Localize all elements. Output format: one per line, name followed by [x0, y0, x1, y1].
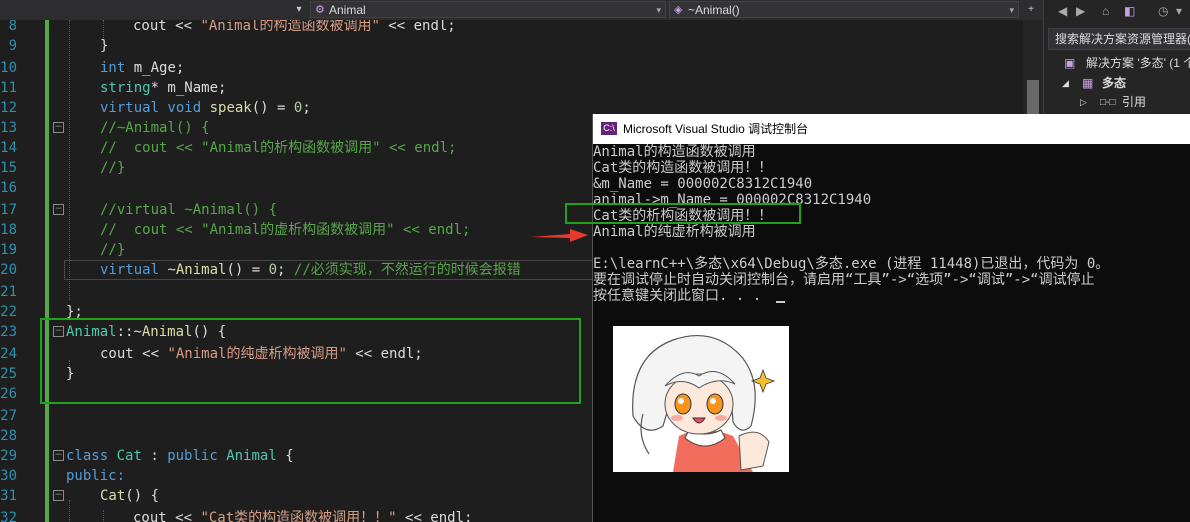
code-text: cout << "Cat类的构造函数被调用！！" << endl;	[133, 510, 473, 522]
annotation-arrow-icon	[530, 228, 588, 244]
code-text: string* m_Name;	[100, 80, 227, 96]
console-line: Cat类的构造函数被调用！！	[593, 160, 773, 176]
line-number: 13	[0, 120, 17, 136]
home-icon[interactable]: ⌂	[1102, 4, 1109, 20]
console-line: E:\learnC++\多态\x64\Debug\多态.exe (进程 1144…	[593, 256, 1110, 272]
chevron-down-icon: ▾	[656, 5, 661, 15]
line-number: 23	[0, 324, 17, 340]
navigation-bar: ▾ ⚙ Animal ▾ ◈ ~Animal() ▾ +	[0, 0, 1043, 21]
console-line: Animal的纯虚析构被调用	[593, 224, 756, 240]
console-title-bar[interactable]: C:\ Microsoft Visual Studio 调试控制台	[593, 114, 1190, 144]
code-text: cout << "Animal的构造函数被调用" << endl;	[133, 20, 456, 34]
forward-icon[interactable]: ▶	[1076, 4, 1085, 20]
text-cursor	[776, 301, 785, 303]
line-number: 15	[0, 160, 17, 176]
code-text: //virtual ~Animal() {	[100, 202, 278, 218]
code-text: Cat() {	[100, 488, 160, 504]
line-number: 31	[0, 488, 17, 504]
annotation-highlight-box	[40, 318, 581, 404]
line-number: 24	[0, 346, 17, 362]
line-number: 9	[8, 38, 17, 54]
code-text: // cout << "Animal的析构函数被调用" << endl;	[100, 140, 457, 156]
chevron-down-icon[interactable]: ▾	[1176, 4, 1182, 20]
console-output[interactable]: Animal的构造函数被调用 Cat类的构造函数被调用！！ &m_Name = …	[593, 144, 1190, 522]
chevron-down-icon: ▾	[1009, 5, 1014, 15]
history-icon[interactable]: ◷	[1158, 4, 1168, 20]
line-number: 25	[0, 366, 17, 382]
console-line: 按任意键关闭此窗口. . .	[593, 288, 762, 304]
line-number: 12	[0, 100, 17, 116]
line-number: 19	[0, 242, 17, 258]
console-title: Microsoft Visual Studio 调试控制台	[623, 122, 809, 136]
line-number: 21	[0, 284, 17, 300]
line-number: 8	[8, 20, 17, 34]
line-number: 10	[0, 60, 17, 76]
line-number: 32	[0, 510, 17, 522]
code-text: // cout << "Animal的虚析构函数被调用" << endl;	[100, 222, 471, 238]
line-number: 26	[0, 386, 17, 402]
project-icon: ▦	[1082, 76, 1094, 90]
console-line: Animal的构造函数被调用	[593, 144, 756, 160]
tree-item-references[interactable]: ▷ □-□ 引用	[1044, 93, 1190, 112]
code-text: //}	[100, 160, 126, 176]
console-highlight-box	[565, 203, 801, 224]
back-icon[interactable]: ◀	[1058, 4, 1067, 20]
dropdown-arrow-icon[interactable]: ▾	[292, 1, 306, 18]
line-number: 20	[0, 262, 17, 278]
line-number: 11	[0, 80, 17, 96]
tree-item-project[interactable]: ◢ ▦ 多态	[1044, 74, 1190, 93]
collapse-icon[interactable]: −	[53, 204, 64, 215]
class-dropdown[interactable]: ⚙ Animal ▾	[310, 1, 666, 18]
line-number: 27	[0, 408, 17, 424]
code-text: //~Animal() {	[100, 120, 210, 136]
class-icon: ⚙	[315, 4, 325, 16]
collapse-icon[interactable]: −	[53, 450, 64, 461]
line-number: 18	[0, 222, 17, 238]
collapse-arrow-icon[interactable]: ▷	[1080, 93, 1087, 112]
switch-views-icon[interactable]: ◧	[1124, 4, 1135, 20]
code-line: 9 }	[0, 36, 1043, 56]
anime-sticker-image	[613, 326, 789, 472]
debug-console-window: C:\ Microsoft Visual Studio 调试控制台 Animal…	[592, 114, 1190, 522]
line-number: 14	[0, 140, 17, 156]
code-line: 8 cout << "Animal的构造函数被调用" << endl;	[0, 20, 1043, 36]
code-text: virtual ~Animal() = 0; //必须实现，不然运行的时候会报错	[100, 262, 521, 278]
console-app-icon: C:\	[601, 122, 617, 135]
console-line: &m_Name = 000002C8312C1940	[593, 176, 813, 192]
tree-item-solution[interactable]: ▣ 解决方案 '多态' (1 个	[1044, 54, 1190, 73]
code-text: //}	[100, 242, 126, 258]
expand-arrow-icon[interactable]: ◢	[1062, 74, 1069, 93]
solution-search-input[interactable]: 搜索解决方案资源管理器(	[1048, 28, 1190, 50]
references-icon: □-□	[1100, 97, 1116, 108]
line-number: 28	[0, 428, 17, 444]
line-number: 30	[0, 468, 17, 484]
collapse-icon[interactable]: −	[53, 122, 64, 133]
code-text: int m_Age;	[100, 60, 185, 76]
code-text: }	[100, 38, 109, 54]
code-line: 10 int m_Age;	[0, 58, 1043, 78]
method-icon: ◈	[674, 4, 683, 16]
line-number: 29	[0, 448, 17, 464]
console-line: 要在调试停止时自动关闭控制台，请启用“工具”->“选项”->“调试”->“调试停…	[593, 272, 1095, 288]
collapse-icon[interactable]: −	[53, 490, 64, 501]
member-dropdown[interactable]: ◈ ~Animal() ▾	[669, 1, 1019, 18]
code-text: virtual void speak() = 0;	[100, 100, 311, 116]
line-number: 22	[0, 304, 17, 320]
line-number: 17	[0, 202, 17, 218]
code-line: 11 string* m_Name;	[0, 78, 1043, 98]
code-text: public:	[66, 468, 126, 484]
solution-icon: ▣	[1064, 56, 1076, 70]
split-window-button[interactable]: +	[1021, 1, 1041, 18]
line-number: 16	[0, 180, 17, 196]
code-text: class Cat : public Animal {	[66, 448, 294, 464]
